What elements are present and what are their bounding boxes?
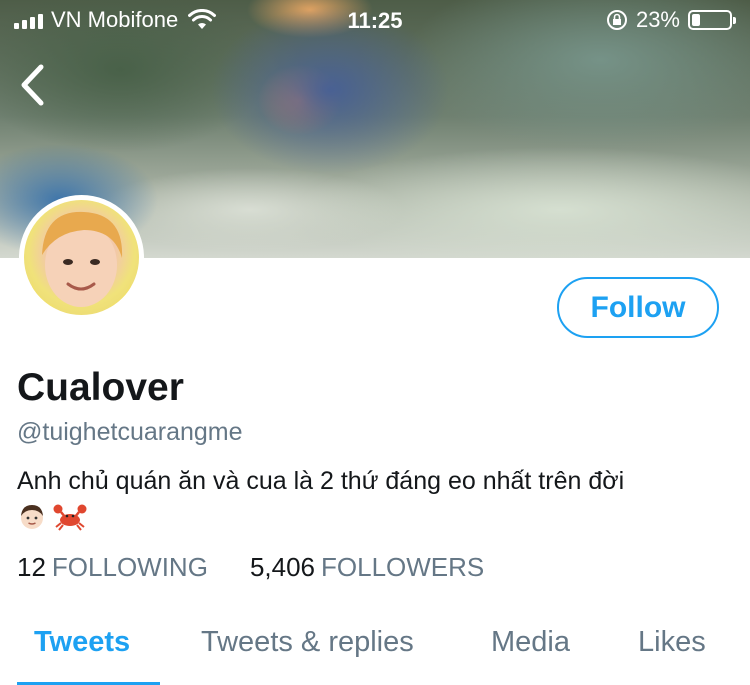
followers-label: FOLLOWERS bbox=[321, 552, 485, 582]
boy-emoji-icon bbox=[21, 505, 43, 529]
battery-percent: 23% bbox=[635, 7, 680, 32]
tab-tweets[interactable]: Tweets bbox=[34, 626, 130, 659]
tab-tweets-replies[interactable]: Tweets & replies bbox=[201, 626, 414, 659]
tab-likes[interactable]: Likes bbox=[638, 626, 706, 659]
battery-icon bbox=[688, 10, 736, 30]
follow-button[interactable]: Follow bbox=[557, 277, 719, 338]
crab-emoji-icon bbox=[53, 504, 87, 531]
following-stat[interactable]: 12 FOLLOWING bbox=[17, 552, 208, 583]
bio-emoji-row bbox=[17, 501, 737, 531]
following-count: 12 bbox=[17, 552, 46, 582]
profile-handle: @tuighetcuarangme bbox=[17, 418, 243, 446]
following-label: FOLLOWING bbox=[51, 552, 208, 582]
status-bar: VN Mobifone 11:25 23% bbox=[0, 0, 750, 40]
avatar[interactable] bbox=[19, 195, 144, 320]
tab-media[interactable]: Media bbox=[491, 626, 570, 659]
chevron-left-icon bbox=[21, 64, 44, 106]
bio-text: Anh chủ quán ăn và cua là 2 thứ đáng eo … bbox=[17, 467, 625, 495]
profile-stats: 12 FOLLOWING 5,406 FOLLOWERS bbox=[17, 552, 484, 583]
battery-fill bbox=[692, 14, 700, 26]
avatar-image bbox=[32, 211, 131, 315]
back-button[interactable] bbox=[12, 60, 52, 110]
rotation-lock-icon bbox=[606, 10, 627, 30]
profile-bio: Anh chủ quán ăn và cua là 2 thứ đáng eo … bbox=[17, 465, 737, 531]
profile-tabs: Tweets Tweets & replies Media Likes bbox=[0, 612, 750, 685]
status-right: 23% bbox=[606, 7, 736, 33]
followers-stat[interactable]: 5,406 FOLLOWERS bbox=[250, 552, 484, 583]
followers-count: 5,406 bbox=[249, 552, 316, 582]
profile-name: Cualover bbox=[17, 366, 184, 409]
